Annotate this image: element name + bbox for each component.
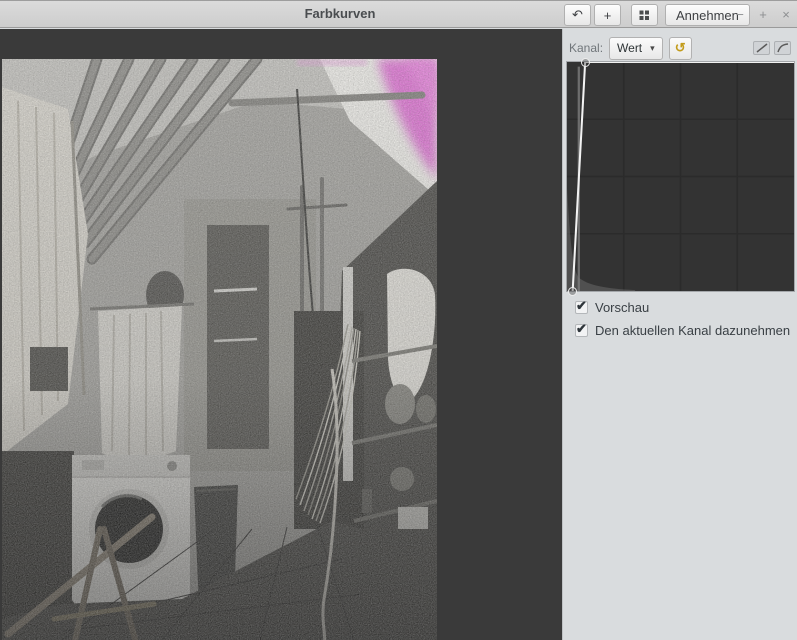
checkbox-box: ✔ — [575, 324, 588, 337]
checkbox-vorschau[interactable]: ✔ Vorschau — [575, 300, 649, 315]
checkbox-box: ✔ — [575, 301, 588, 314]
undo-button[interactable]: ↶ — [564, 4, 591, 26]
reset-channel-button[interactable]: ↺ — [669, 37, 692, 60]
channel-value: Wert — [617, 41, 642, 55]
maximize-button[interactable]: + — [757, 7, 769, 22]
photo-preview — [2, 59, 437, 640]
titlebar[interactable]: Farbkurven ↶ + Annehmen − + × — [0, 0, 797, 28]
linear-histogram-icon — [756, 43, 768, 53]
curves-panel: Kanal: Wert ▾ ↺ — [562, 29, 797, 640]
channel-select[interactable]: Wert ▾ — [609, 37, 663, 60]
channel-row: Kanal: Wert ▾ ↺ — [569, 36, 791, 60]
plus-icon: + — [604, 8, 612, 23]
close-button[interactable]: × — [780, 7, 792, 22]
minimize-button[interactable]: − — [734, 7, 746, 22]
titlebar-actions: ↶ + Annehmen — [564, 4, 750, 26]
channel-label: Kanal: — [569, 41, 603, 55]
window-controls: − + × — [734, 1, 792, 28]
checkbox-label: Den aktuellen Kanal dazunehmen — [595, 323, 790, 338]
image-canvas[interactable] — [0, 29, 562, 640]
grid-icon — [639, 10, 650, 21]
checkbox-add-current-channel[interactable]: ✔ Den aktuellen Kanal dazunehmen — [575, 323, 790, 338]
histogram-scale-buttons — [753, 41, 791, 55]
curve-control-point[interactable] — [581, 58, 590, 67]
add-preset-button[interactable]: + — [594, 4, 621, 26]
farbkurven-dialog: Farbkurven ↶ + Annehmen − + × — [0, 0, 797, 640]
histogram — [567, 67, 635, 291]
curve-grid — [567, 62, 794, 291]
curve-editor[interactable] — [567, 62, 794, 291]
chevron-down-icon: ▾ — [650, 43, 655, 54]
reset-icon: ↺ — [675, 40, 686, 56]
histogram-linear-button[interactable] — [753, 41, 770, 55]
undo-icon: ↶ — [572, 7, 583, 23]
log-histogram-icon — [777, 43, 789, 53]
check-icon: ✔ — [576, 321, 587, 337]
grain-dark — [2, 59, 437, 640]
checkbox-label: Vorschau — [595, 300, 649, 315]
grid-view-button[interactable] — [631, 4, 658, 26]
histogram-log-button[interactable] — [774, 41, 791, 55]
curve-control-point[interactable] — [568, 287, 577, 296]
check-icon: ✔ — [576, 298, 587, 314]
